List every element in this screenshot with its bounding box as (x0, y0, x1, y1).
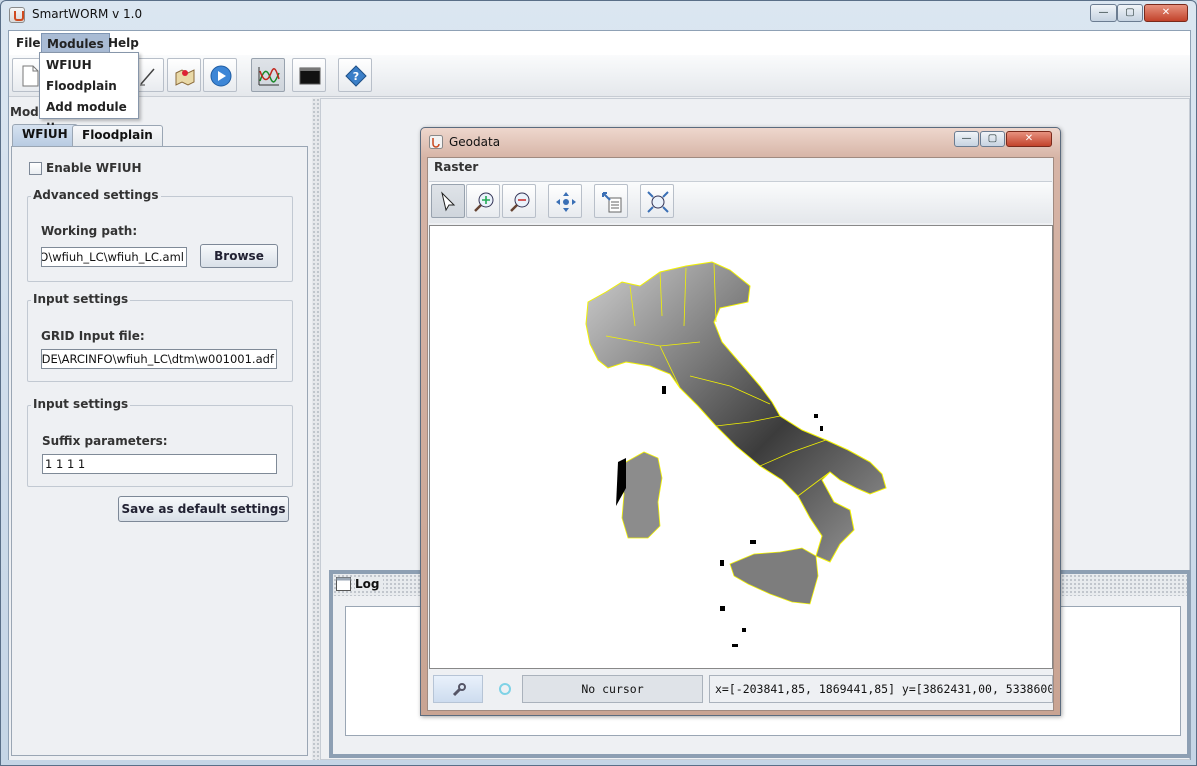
working-path-label: Working path: (41, 224, 138, 238)
grid-input-label: GRID Input file: (41, 329, 145, 343)
menu-modules[interactable]: Modules (41, 33, 110, 53)
map-extent-status: x=[-203841,85, 1869441,85] y=[3862431,00… (709, 675, 1053, 703)
working-path-field[interactable]: D:\ARCINFO\wfiuh_LC\wfiuh_LC.aml (41, 247, 187, 267)
browse-button[interactable]: Browse (200, 244, 278, 268)
enable-wfiuh-checkbox[interactable] (29, 162, 42, 175)
geodata-title: Geodata (449, 135, 501, 149)
new-file-icon (22, 65, 39, 87)
suffix-settings-legend: Input settings (31, 397, 131, 411)
log-title: Log (355, 577, 384, 591)
advanced-settings-group: Advanced settings Working path: D:\ARCIN… (27, 188, 293, 282)
play-icon (210, 65, 232, 87)
input-settings-group: Input settings GRID Input file: C:\CODE\… (27, 292, 293, 382)
suffix-settings-group: Input settings Suffix parameters: 1 1 1 … (27, 397, 293, 487)
pan-icon (556, 192, 576, 212)
zoom-in-button[interactable] (466, 184, 500, 218)
pan-button[interactable] (548, 184, 582, 218)
input-settings-legend: Input settings (31, 292, 131, 306)
map-icon (175, 69, 195, 86)
raster-layer-label: Raster (434, 160, 479, 174)
info-pointer-icon (602, 192, 622, 213)
pointer-icon (441, 191, 456, 212)
help-icon: ? (345, 65, 367, 87)
help-button[interactable]: ? (338, 58, 372, 92)
console-button[interactable] (292, 58, 326, 92)
tab-floodplain[interactable]: Floodplain (72, 125, 163, 146)
menu-item-floodplain[interactable]: Floodplain (46, 79, 117, 93)
module-panel: Modu WFIUH Floodplain Enable WFIUH Advan… (9, 98, 312, 760)
suffix-parameters-field[interactable]: 1 1 1 1 (42, 454, 277, 474)
zoom-out-button[interactable] (502, 184, 536, 218)
geodata-window[interactable]: Geodata — ▢ ✕ Raster No cursor x=[-20384… (420, 127, 1061, 716)
advanced-settings-legend: Advanced settings (31, 188, 161, 202)
cursor-status: No cursor (522, 675, 703, 703)
close-button[interactable]: ✕ (1144, 4, 1188, 22)
geodata-minimize-button[interactable]: — (954, 131, 979, 147)
hydrograph-icon (258, 67, 280, 86)
menu-item-add-module[interactable]: Add module .. (46, 100, 138, 128)
modules-menu-popup: WFIUH Floodplain Add module .. (39, 52, 139, 128)
enable-wfiuh-label: Enable WFIUH (46, 161, 142, 175)
edit-icon (140, 68, 155, 86)
java-app-icon (9, 7, 25, 23)
run-button[interactable] (203, 58, 237, 92)
map-canvas[interactable] (429, 225, 1053, 669)
pointer-tool-button[interactable] (431, 184, 465, 218)
save-default-settings-button[interactable]: Save as default settings (118, 496, 289, 522)
toolbar: ? (9, 55, 1190, 97)
info-tool-button[interactable] (594, 184, 628, 218)
console-icon (299, 67, 321, 85)
geodata-maximize-button[interactable]: ▢ (980, 131, 1005, 147)
map-button[interactable] (167, 58, 201, 92)
geodata-close-button[interactable]: ✕ (1006, 131, 1052, 147)
zoom-extent-button[interactable] (640, 184, 674, 218)
geodata-content: Raster No cursor x=[-203841,85, 1869441,… (427, 157, 1054, 711)
menu-help[interactable]: Help (103, 33, 144, 53)
svg-text:?: ? (353, 70, 359, 83)
menu-bar: File Modules Help (9, 31, 1190, 55)
grid-input-field[interactable]: C:\CODE\ARCINFO\wfiuh_LC\dtm\w001001.adf (41, 349, 277, 369)
zoom-extent-icon (647, 191, 669, 213)
window-icon (336, 577, 351, 591)
tab-content: Enable WFIUH Advanced settings Working p… (11, 146, 308, 756)
minimize-button[interactable]: — (1090, 4, 1117, 22)
busy-indicator-icon (499, 683, 511, 695)
suffix-parameters-label: Suffix parameters: (42, 434, 168, 448)
italy-raster-map (585, 261, 887, 647)
wrench-icon (452, 683, 466, 697)
title-bar: SmartWORM v 1.0 — ▢ ✕ (1, 1, 1196, 29)
window-title: SmartWORM v 1.0 (32, 7, 143, 21)
map-status-bar: No cursor x=[-203841,85, 1869441,85] y=[… (429, 671, 1053, 709)
chart-button[interactable] (251, 58, 285, 92)
settings-tool-button[interactable] (433, 675, 483, 703)
map-toolbar (429, 181, 1052, 223)
java-app-icon (429, 135, 443, 149)
zoom-out-icon (510, 192, 530, 212)
maximize-button[interactable]: ▢ (1117, 4, 1143, 22)
panel-splitter[interactable] (312, 98, 320, 760)
menu-item-wfiuh[interactable]: WFIUH (46, 58, 92, 72)
zoom-in-icon (474, 192, 494, 212)
